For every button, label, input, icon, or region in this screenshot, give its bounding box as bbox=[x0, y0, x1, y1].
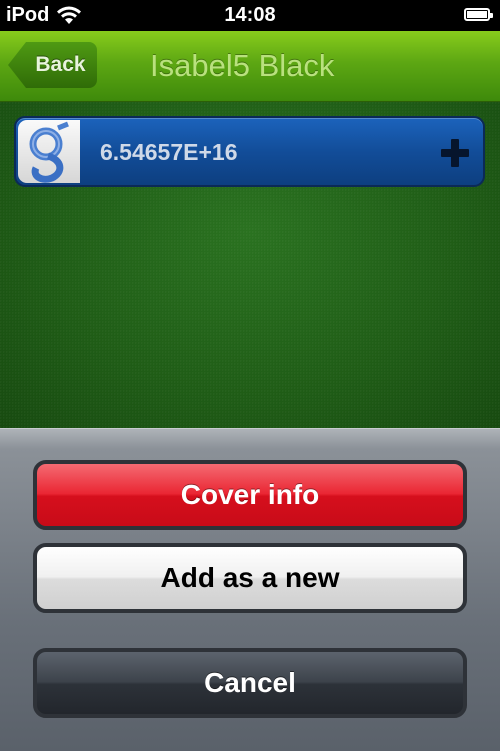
google-logo-icon bbox=[18, 120, 80, 183]
plus-icon[interactable] bbox=[441, 139, 469, 167]
back-button-label: Back bbox=[35, 53, 86, 76]
cancel-button[interactable]: Cancel bbox=[33, 648, 467, 718]
navigation-bar: Back Isabel5 Black bbox=[0, 31, 500, 102]
battery-icon bbox=[464, 8, 493, 21]
page-title: Isabel5 Black bbox=[150, 48, 335, 83]
add-as-new-button[interactable]: Add as a new bbox=[33, 543, 467, 613]
contact-value: 6.54657E+16 bbox=[100, 139, 238, 165]
cover-info-button[interactable]: Cover info bbox=[33, 460, 467, 530]
status-bar: iPod 14:08 bbox=[0, 0, 500, 31]
clock: 14:08 bbox=[224, 4, 276, 26]
contact-entry-row[interactable]: 6.54657E+16 bbox=[14, 116, 485, 187]
back-button[interactable]: Back bbox=[8, 42, 97, 88]
